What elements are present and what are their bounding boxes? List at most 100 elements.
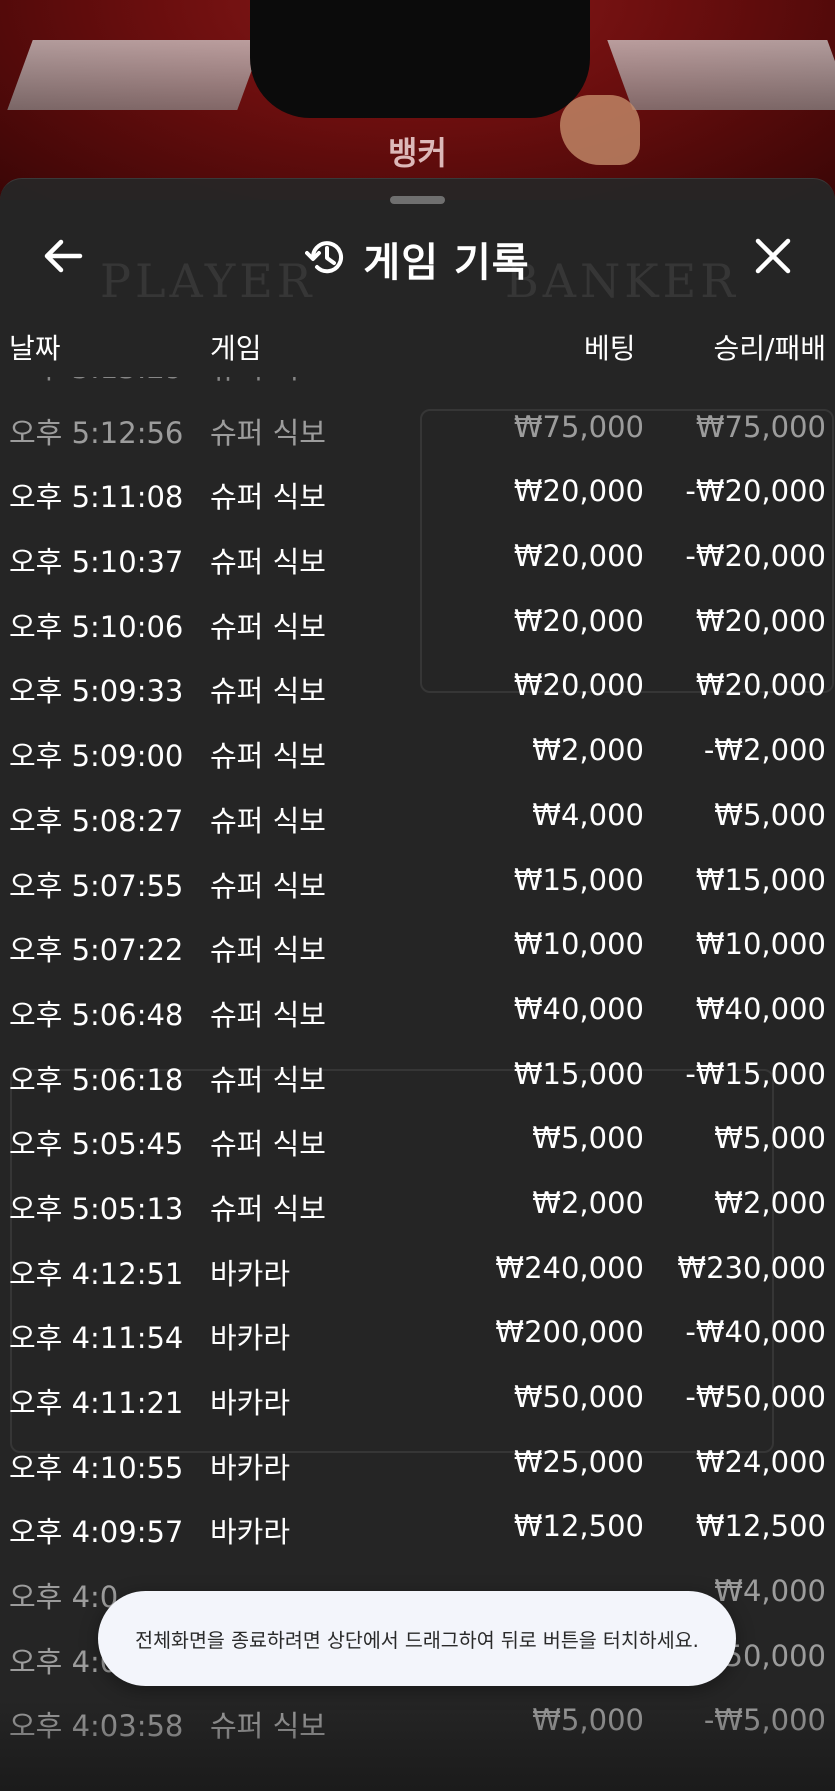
history-row-date: 오후 4:12:51	[9, 1256, 184, 1291]
history-row-bet: ₩20,000	[513, 539, 644, 574]
history-row-game: 슈퍼 식보	[210, 377, 326, 387]
history-row-bet: ₩20,000	[513, 474, 644, 509]
history-row-date: 오후 5:05:13	[9, 1191, 184, 1226]
history-row-win-loss: ₩24,000	[695, 1444, 826, 1479]
history-row-win-loss: ₩230,000	[677, 1250, 826, 1285]
history-row-win-loss: ₩15,000	[695, 862, 826, 897]
history-row-date: 오후 5:09:33	[9, 674, 184, 709]
column-header-game: 게임	[210, 332, 262, 365]
history-row-win-loss: ₩20,000	[695, 668, 826, 703]
history-rows: 오후 5:13:29 슈퍼 식보 ₩50,000 ₩50,000 오후 5:12:56 슈…	[0, 377, 835, 1754]
history-row-game: 슈퍼 식보	[210, 1127, 326, 1162]
history-row-win-loss: -₩15,000	[685, 1056, 826, 1091]
fullscreen-exit-toast: 전체화면을 종료하려면 상단에서 드래그하여 뒤로 버튼을 터치하세요.	[98, 1591, 736, 1686]
history-row-game: 슈퍼 식보	[210, 803, 326, 838]
history-row: 오후 4:10:55 바카라 ₩25,000 ₩24,000	[0, 1431, 835, 1496]
history-row: 오후 5:05:45 슈퍼 식보 ₩5,000 ₩5,000	[0, 1107, 835, 1172]
history-row-date: 오후 5:11:08	[9, 480, 184, 515]
history-row-game: 바카라	[210, 1386, 291, 1420]
history-row: 오후 5:09:33 슈퍼 식보 ₩20,000 ₩20,000	[0, 654, 835, 719]
history-row-win-loss: -₩20,000	[685, 539, 826, 574]
history-row: 오후 5:06:18 슈퍼 식보 ₩15,000 -₩15,000	[0, 1043, 835, 1108]
history-row: 오후 5:07:22 슈퍼 식보 ₩10,000 ₩10,000	[0, 913, 835, 978]
history-row-game: 슈퍼 식보	[210, 609, 326, 644]
history-row-date: 오후 5:05:45	[9, 1127, 184, 1162]
history-row: 오후 4:03:58 슈퍼 식보 ₩5,000 -₩5,000	[0, 1689, 835, 1754]
column-header-bet: 베팅	[584, 332, 636, 365]
history-row-date: 오후 5:07:22	[9, 933, 184, 968]
history-row-date: 오후 5:06:18	[9, 1062, 184, 1097]
sheet-header: 게임 기록	[0, 219, 835, 299]
history-row-bet: ₩20,000	[513, 603, 644, 638]
history-row-game: 슈퍼 식보	[210, 997, 326, 1032]
history-row-bet: ₩12,500	[513, 1509, 644, 1544]
history-row: 오후 5:10:37 슈퍼 식보 ₩20,000 -₩20,000	[0, 525, 835, 590]
history-row-game: 바카라	[210, 1321, 291, 1356]
history-row-game: 슈퍼 식보	[210, 415, 326, 450]
history-row-bet: ₩50,000	[513, 1380, 644, 1414]
history-row-game: 바카라	[210, 1515, 291, 1550]
dealer-figure	[250, 0, 590, 118]
history-row-win-loss: -₩20,000	[685, 474, 826, 509]
history-row-date: 오후 4:03:58	[9, 1709, 184, 1744]
history-row-win-loss: ₩5,000	[714, 797, 826, 832]
toast-message: 전체화면을 종료하려면 상단에서 드래그하여 뒤로 버튼을 터치하세요.	[135, 1629, 699, 1652]
close-button[interactable]	[748, 233, 798, 283]
chair-left	[7, 40, 263, 110]
history-row-win-loss: ₩2,000	[714, 1185, 826, 1220]
history-row-win-loss: ₩20,000	[695, 603, 826, 638]
history-row: 오후 4:09:57 바카라 ₩12,500 ₩12,500	[0, 1495, 835, 1560]
history-row: 오후 5:07:55 슈퍼 식보 ₩15,000 ₩15,000	[0, 849, 835, 914]
history-row-bet: ₩50,000	[514, 377, 644, 379]
history-row-bet: ₩15,000	[513, 862, 644, 897]
history-icon	[305, 236, 347, 282]
history-row-bet: ₩15,000	[513, 1056, 644, 1091]
history-row-date: 오후 5:08:27	[9, 803, 184, 838]
table-header: 날짜 게임 베팅 승리/패배	[0, 327, 835, 377]
history-row: 오후 4:12:51 바카라 ₩240,000 ₩230,000	[0, 1237, 835, 1302]
history-row-game: 슈퍼 식보	[210, 674, 326, 709]
chair-right	[607, 40, 835, 110]
history-row: 오후 4:11:54 바카라 ₩200,000 -₩40,000	[0, 1301, 835, 1366]
history-row-win-loss: ₩12,500	[695, 1509, 826, 1544]
history-row: 오후 4:11:21 바카라 ₩50,000 -₩50,000	[0, 1366, 835, 1431]
history-row-bet: ₩5,000	[532, 1121, 644, 1156]
history-row-date: 오후 5:07:55	[9, 868, 184, 903]
history-row-date: 오후 4:10:55	[9, 1450, 184, 1485]
history-row-win-loss: ₩4,000	[714, 1574, 826, 1609]
game-history-sheet: PLAYER BANKER 게임 기록 날짜 게임 베팅 승리/패배 오후 5:…	[0, 178, 835, 1791]
history-row: 오후 5:11:08 슈퍼 식보 ₩20,000 -₩20,000	[0, 460, 835, 525]
history-row-win-loss: ₩5,000	[714, 1121, 826, 1156]
history-row-game: 슈퍼 식보	[210, 1709, 326, 1744]
history-row-game: 바카라	[210, 1450, 291, 1485]
history-row-game: 바카라	[210, 1256, 291, 1291]
history-row-date: 오후 4:09:57	[9, 1515, 184, 1550]
history-row-game: 슈퍼 식보	[210, 1062, 326, 1097]
history-row-date: 오후 5:10:37	[9, 545, 184, 580]
history-row-date: 오후 5:09:00	[9, 739, 184, 774]
history-row-win-loss: ₩50,000	[696, 377, 826, 379]
history-row-bet: ₩40,000	[513, 991, 644, 1026]
history-row-win-loss: -₩2,000	[703, 733, 826, 768]
history-row-date: 오후 5:12:56	[9, 415, 184, 450]
history-row-game: 슈퍼 식보	[210, 933, 326, 968]
sheet-title-group: 게임 기록	[0, 219, 835, 299]
history-row-game: 슈퍼 식보	[210, 868, 326, 903]
history-row-win-loss: -₩40,000	[685, 1315, 826, 1350]
history-row-date: 오후 5:13:29	[9, 377, 183, 387]
drag-handle[interactable]	[390, 196, 445, 204]
history-row-date: 오후 4:11:54	[9, 1321, 184, 1356]
history-row-bet: ₩200,000	[495, 1315, 644, 1350]
history-row-date: 오후 5:10:06	[9, 609, 184, 644]
history-row-bet: ₩5,000	[532, 1703, 644, 1738]
history-row: 오후 5:13:29 슈퍼 식보 ₩50,000 ₩50,000	[0, 377, 835, 396]
history-list[interactable]: 오후 5:13:29 슈퍼 식보 ₩50,000 ₩50,000 오후 5:12:56 슈…	[0, 377, 835, 1791]
history-row-game: 슈퍼 식보	[210, 739, 326, 774]
history-row: 오후 5:10:06 슈퍼 식보 ₩20,000 ₩20,000	[0, 590, 835, 655]
history-row-bet: ₩20,000	[513, 668, 644, 703]
history-row-win-loss: -₩5,000	[703, 1703, 826, 1738]
history-row-bet: ₩240,000	[495, 1250, 644, 1285]
history-row-bet: ₩25,000	[513, 1444, 644, 1479]
history-row: 오후 5:05:13 슈퍼 식보 ₩2,000 ₩2,000	[0, 1172, 835, 1237]
history-row-win-loss: ₩75,000	[695, 409, 826, 444]
